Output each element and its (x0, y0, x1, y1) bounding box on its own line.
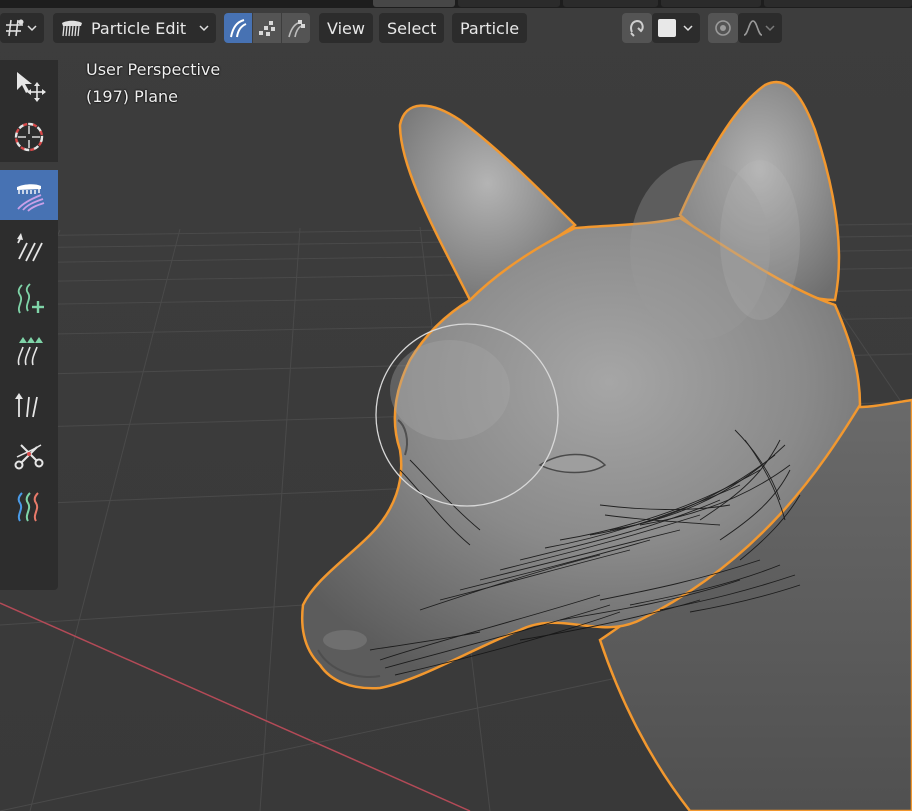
chevron-down-icon (27, 25, 37, 32)
select-move-tool[interactable] (0, 60, 58, 110)
particle-menu[interactable]: Particle (452, 13, 528, 43)
workspace-tab[interactable] (563, 0, 658, 7)
workspace-tab[interactable] (373, 0, 455, 7)
chevron-down-icon (199, 25, 209, 32)
workspace-tab[interactable] (661, 0, 761, 7)
snap-icon (630, 19, 644, 37)
menu-label: View (327, 18, 365, 38)
length-strands-icon (17, 337, 43, 366)
snap-toggle[interactable] (622, 13, 652, 43)
path-mode-icon (230, 19, 247, 38)
length-tool[interactable] (0, 326, 58, 376)
workspace-tab[interactable] (764, 0, 912, 7)
cut-scissors-icon (14, 444, 44, 470)
view-menu[interactable]: View (319, 13, 373, 43)
tip-mode-icon (288, 20, 305, 38)
chevron-down-icon (683, 25, 693, 32)
path-mode-button[interactable] (224, 13, 252, 43)
smooth-tool[interactable] (0, 222, 58, 272)
3d-cursor-icon (14, 122, 44, 152)
viewport-header: Particle Edit View Select Particle (0, 8, 912, 52)
mode-label: Particle Edit (91, 18, 187, 38)
comb-tool[interactable] (0, 170, 58, 220)
puff-strands-icon (15, 393, 38, 418)
point-mode-button[interactable] (253, 13, 281, 43)
weight-tool[interactable] (0, 482, 58, 532)
3d-viewport[interactable] (0, 0, 912, 811)
workspace-tab-strip (0, 0, 912, 8)
puff-tool[interactable] (0, 378, 58, 428)
editor-type-selector[interactable] (0, 13, 44, 43)
comb-icon (17, 184, 45, 212)
select-menu[interactable]: Select (379, 13, 445, 43)
color-swatch (658, 19, 676, 37)
weight-strands-icon (17, 492, 39, 522)
view-name-label: User Perspective (86, 60, 221, 79)
falloff-curve-icon (743, 20, 763, 36)
snap-color-dropdown[interactable] (652, 13, 700, 43)
workspace-tab[interactable] (458, 0, 560, 7)
comb-brush-icon (62, 20, 82, 37)
menu-label: Select (387, 18, 437, 38)
object-info-label: (197) Plane (86, 87, 178, 106)
cut-tool[interactable] (0, 430, 58, 480)
cursor-move-icon (17, 72, 46, 102)
menu-label: Particle (460, 18, 520, 38)
add-strands-icon (17, 283, 44, 314)
add-tool[interactable] (0, 274, 58, 324)
tip-mode-button[interactable] (282, 13, 310, 43)
chevron-down-icon (765, 25, 775, 32)
mode-selector[interactable]: Particle Edit (53, 13, 216, 43)
viewport-icon (6, 19, 24, 37)
cursor-tool[interactable] (0, 112, 58, 162)
falloff-dropdown[interactable] (738, 13, 782, 43)
proportional-icon (715, 20, 731, 36)
proportional-toggle[interactable] (708, 13, 738, 43)
smooth-strands-icon (17, 233, 43, 262)
point-mode-icon (259, 21, 275, 36)
